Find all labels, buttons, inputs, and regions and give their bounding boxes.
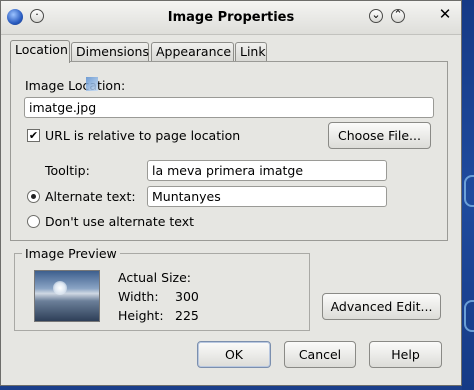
- close-button[interactable]: ✕: [438, 7, 452, 23]
- alternate-text-label: Alternate text:: [45, 189, 136, 204]
- width-value: 300: [175, 289, 199, 304]
- desktop-decoration: [464, 175, 474, 207]
- image-preview-title: Image Preview: [22, 246, 120, 261]
- no-alt-text-label: Don't use alternate text: [45, 214, 195, 229]
- mouse-cursor: [86, 77, 98, 91]
- actual-size-label: Actual Size:: [118, 270, 192, 285]
- width-label: Width:: [118, 289, 159, 304]
- tab-link[interactable]: Link: [235, 42, 267, 61]
- radio-selected-dot: [31, 194, 36, 199]
- image-location-input[interactable]: imatge.jpg: [24, 97, 434, 118]
- cancel-button[interactable]: Cancel: [284, 341, 356, 368]
- height-label: Height:: [118, 308, 164, 323]
- relative-url-checkbox[interactable]: ✔: [27, 129, 40, 142]
- no-alt-text-radio[interactable]: [27, 215, 40, 228]
- image-properties-dialog: · Image Properties ⌄ ⌃ ✕ Location Dimens…: [0, 0, 462, 386]
- sun-glare: [53, 281, 67, 295]
- tooltip-label: Tooltip:: [45, 163, 90, 178]
- tab-appearance[interactable]: Appearance: [151, 42, 234, 61]
- image-preview-thumbnail: [34, 270, 100, 322]
- ok-button[interactable]: OK: [197, 341, 271, 368]
- tooltip-input[interactable]: la meva primera imatge: [147, 160, 387, 181]
- maximize-button[interactable]: ⌃: [391, 8, 405, 23]
- alternate-text-radio[interactable]: [27, 190, 40, 203]
- choose-file-label: Choose File...: [338, 128, 421, 143]
- alternate-text-input[interactable]: Muntanyes: [147, 186, 387, 207]
- help-button[interactable]: Help: [369, 341, 442, 368]
- title-bar[interactable]: · Image Properties ⌄ ⌃ ✕: [1, 1, 461, 35]
- height-value: 225: [175, 308, 199, 323]
- tab-dimensions[interactable]: Dimensions: [71, 42, 149, 61]
- advanced-edit-button[interactable]: Advanced Edit...: [322, 293, 441, 320]
- minimize-button[interactable]: ⌄: [369, 8, 383, 23]
- choose-file-button[interactable]: Choose File...: [328, 122, 431, 149]
- relative-url-label: URL is relative to page location: [45, 128, 241, 143]
- image-location-label: Image Location:: [25, 78, 126, 93]
- tab-location[interactable]: Location: [10, 40, 70, 63]
- desktop-decoration: [464, 300, 474, 332]
